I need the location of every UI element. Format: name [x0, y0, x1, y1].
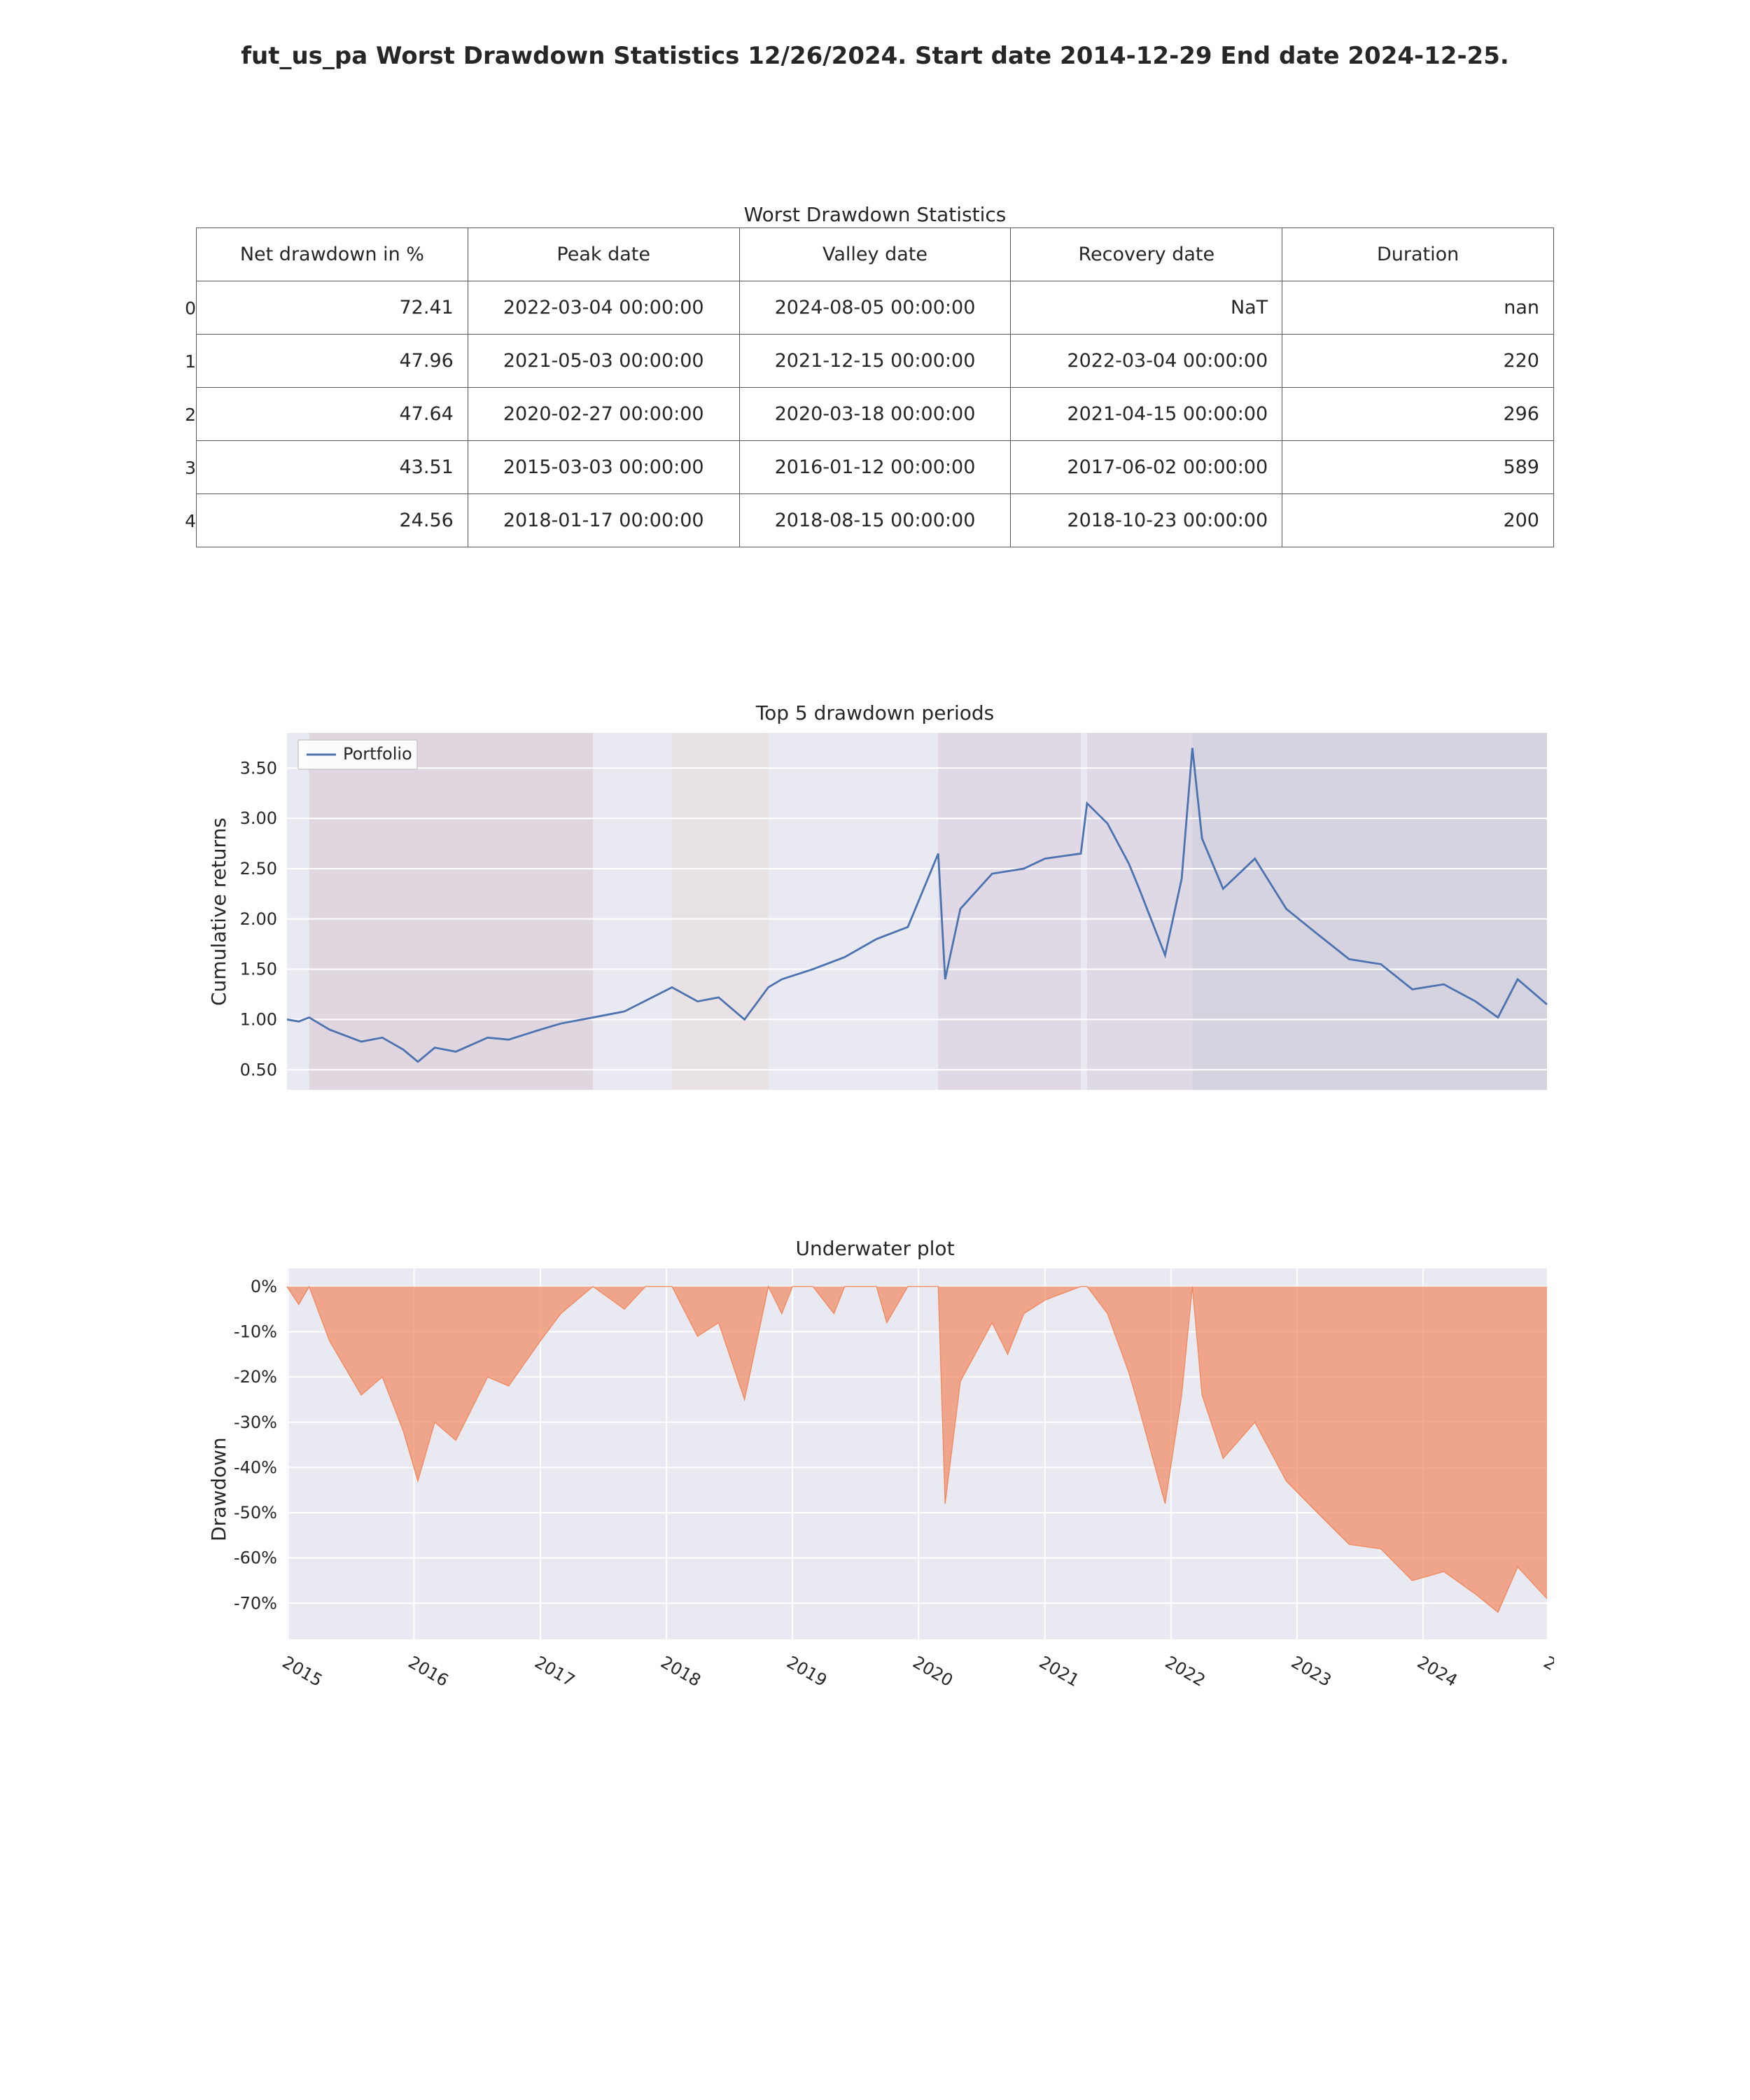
svg-text:2015: 2015	[279, 1652, 326, 1690]
table-cell: 47.96	[197, 335, 468, 388]
table-row: 24.562018-01-17 00:00:002018-08-15 00:00…	[197, 494, 1554, 547]
svg-text:2018: 2018	[657, 1652, 704, 1690]
svg-text:3.50: 3.50	[240, 758, 277, 778]
table-header: Peak date	[468, 228, 739, 281]
svg-text:-50%: -50%	[234, 1503, 277, 1522]
svg-text:2024: 2024	[1414, 1652, 1461, 1690]
table-cell: 200	[1282, 494, 1554, 547]
svg-text:2021: 2021	[1036, 1652, 1083, 1690]
table-cell: 2024-08-05 00:00:00	[739, 281, 1011, 335]
svg-text:0.50: 0.50	[240, 1060, 277, 1079]
underwater-chart: Underwater plot Drawdown 0% -10% -20% -30% -…	[196, 1237, 1554, 1723]
table-cell: 2018-08-15 00:00:00	[739, 494, 1011, 547]
table-cell: 72.41	[197, 281, 468, 335]
table-cell: 589	[1282, 441, 1554, 494]
table-cell: 2018-10-23 00:00:00	[1011, 494, 1282, 547]
svg-text:Portfolio: Portfolio	[343, 744, 412, 764]
row-index: 2	[179, 405, 196, 425]
table-header: Recovery date	[1011, 228, 1282, 281]
svg-text:-30%: -30%	[234, 1413, 277, 1432]
table-header: Duration	[1282, 228, 1554, 281]
svg-text:3.00: 3.00	[240, 808, 277, 828]
row-index: 0	[179, 298, 196, 318]
row-index: 1	[179, 351, 196, 372]
table-cell: 2020-03-18 00:00:00	[739, 388, 1011, 441]
table-cell: 43.51	[197, 441, 468, 494]
top5-chart-title: Top 5 drawdown periods	[196, 701, 1554, 724]
svg-text:0%: 0%	[251, 1277, 277, 1296]
page-title: fut_us_pa Worst Drawdown Statistics 12/2…	[0, 42, 1750, 70]
table-cell: 24.56	[197, 494, 468, 547]
table-cell: NaT	[1011, 281, 1282, 335]
table-row: 47.642020-02-27 00:00:002020-03-18 00:00…	[197, 388, 1554, 441]
svg-text:1.50: 1.50	[240, 960, 277, 979]
row-index: 4	[179, 511, 196, 531]
table-cell: 2016-01-12 00:00:00	[739, 441, 1011, 494]
svg-text:2016: 2016	[405, 1652, 452, 1690]
drawdown-table-wrap: Worst Drawdown Statistics Net drawdown i…	[196, 203, 1554, 547]
svg-text:1.00: 1.00	[240, 1009, 277, 1029]
svg-text:2025: 2025	[1540, 1652, 1554, 1690]
table-row: 47.962021-05-03 00:00:002021-12-15 00:00…	[197, 335, 1554, 388]
table-header: Valley date	[739, 228, 1011, 281]
top5-ylabel: Cumulative returns	[207, 818, 230, 1006]
svg-text:2022: 2022	[1162, 1652, 1209, 1690]
underwater-chart-title: Underwater plot	[196, 1237, 1554, 1260]
table-cell: 2018-01-17 00:00:00	[468, 494, 739, 547]
table-cell: 2020-02-27 00:00:00	[468, 388, 739, 441]
svg-text:2023: 2023	[1288, 1652, 1335, 1690]
svg-text:-70%: -70%	[234, 1593, 277, 1613]
svg-text:2019: 2019	[783, 1652, 830, 1690]
table-row: 72.412022-03-04 00:00:002024-08-05 00:00…	[197, 281, 1554, 335]
table-cell: nan	[1282, 281, 1554, 335]
svg-text:2.50: 2.50	[240, 859, 277, 878]
svg-text:-40%: -40%	[234, 1457, 277, 1477]
svg-text:-20%: -20%	[234, 1367, 277, 1387]
svg-text:2.00: 2.00	[240, 909, 277, 929]
table-cell: 47.64	[197, 388, 468, 441]
underwater-ylabel: Drawdown	[207, 1437, 230, 1541]
table-cell: 2021-12-15 00:00:00	[739, 335, 1011, 388]
table-row: 43.512015-03-03 00:00:002016-01-12 00:00…	[197, 441, 1554, 494]
drawdown-table: Net drawdown in %Peak dateValley dateRec…	[196, 227, 1554, 547]
table-cell: 2022-03-04 00:00:00	[468, 281, 739, 335]
table-cell: 2021-04-15 00:00:00	[1011, 388, 1282, 441]
table-cell: 2015-03-03 00:00:00	[468, 441, 739, 494]
row-index: 3	[179, 458, 196, 478]
table-cell: 220	[1282, 335, 1554, 388]
svg-text:2017: 2017	[531, 1652, 578, 1690]
svg-text:2020: 2020	[909, 1652, 956, 1690]
table-cell: 2022-03-04 00:00:00	[1011, 335, 1282, 388]
svg-text:-10%: -10%	[234, 1322, 277, 1341]
svg-text:-60%: -60%	[234, 1548, 277, 1568]
table-title: Worst Drawdown Statistics	[196, 203, 1554, 226]
table-cell: 2017-06-02 00:00:00	[1011, 441, 1282, 494]
table-cell: 2021-05-03 00:00:00	[468, 335, 739, 388]
top5-chart: Top 5 drawdown periods Cumulative return…	[196, 701, 1554, 1118]
table-header: Net drawdown in %	[197, 228, 468, 281]
table-cell: 296	[1282, 388, 1554, 441]
